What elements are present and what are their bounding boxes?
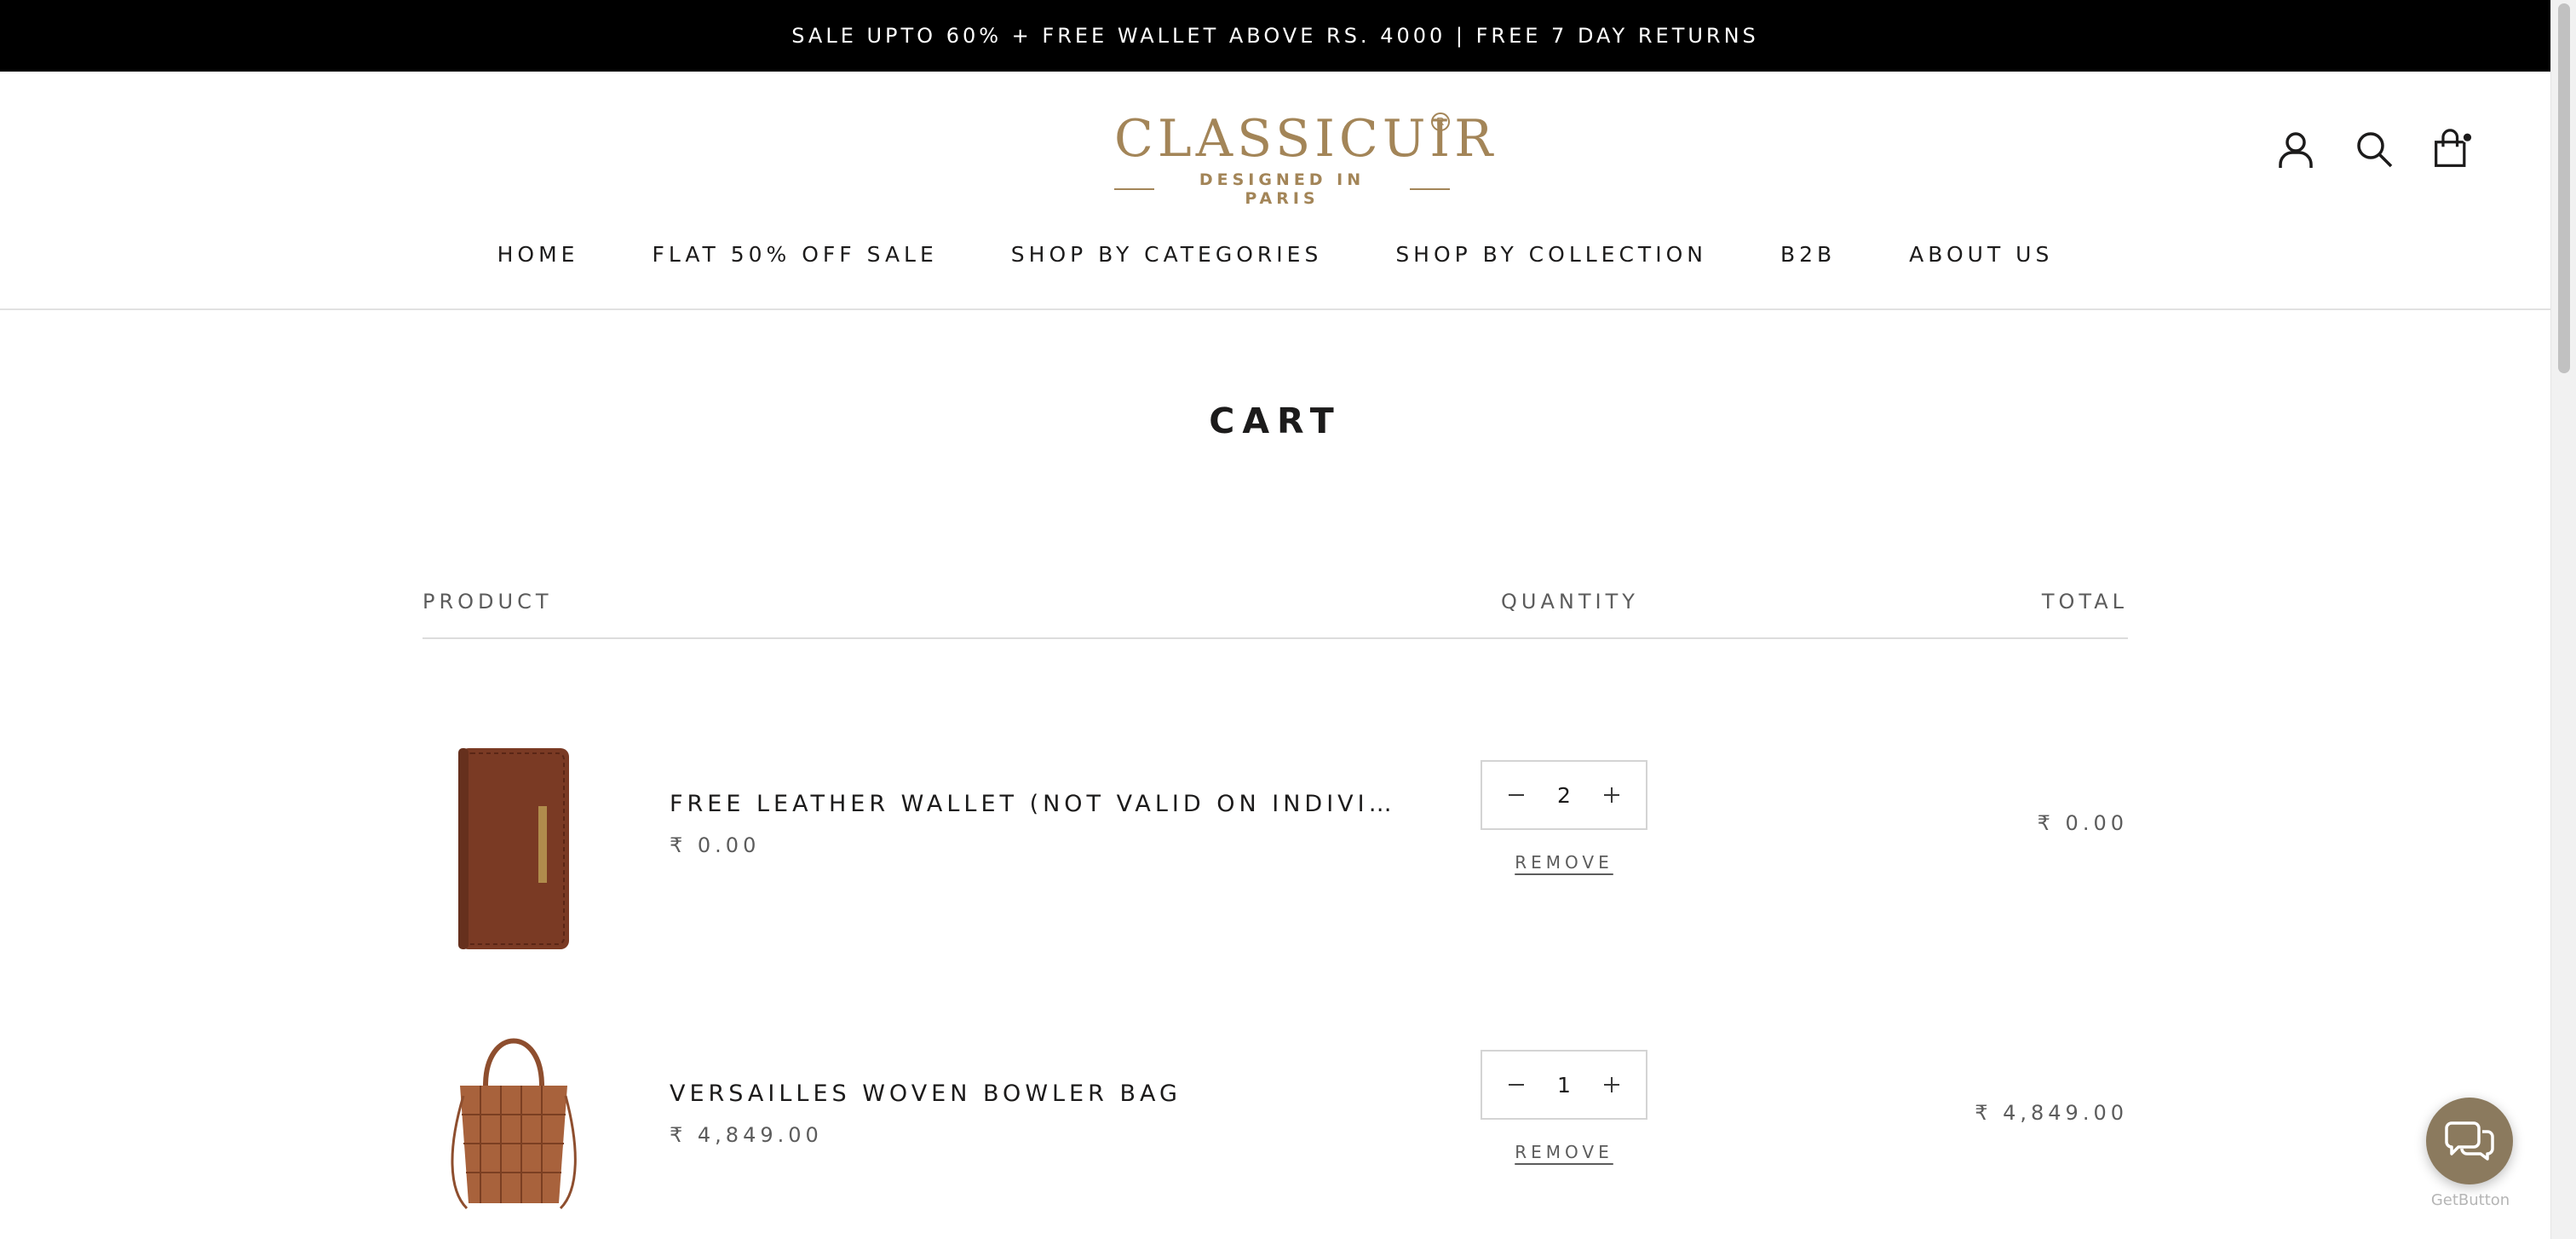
tagline-rule-left bbox=[1114, 188, 1154, 190]
product-image-wallet[interactable] bbox=[441, 729, 586, 951]
column-total: TOTAL bbox=[2041, 590, 2128, 614]
cart-table-header: PRODUCT QUANTITY TOTAL bbox=[423, 590, 2128, 639]
account-icon[interactable] bbox=[2276, 130, 2315, 169]
tagline-rule-right bbox=[1410, 188, 1450, 190]
announcement-text: SALE UPTO 60% + FREE WALLET ABOVE RS. 40… bbox=[791, 24, 1759, 48]
nav-home[interactable]: HOME bbox=[497, 242, 579, 267]
scrollbar-thumb[interactable] bbox=[2558, 3, 2570, 373]
nav-shop-by-collection[interactable]: SHOP BY COLLECTION bbox=[1395, 242, 1707, 267]
increase-quantity-button[interactable] bbox=[1595, 778, 1629, 812]
nav-flat-50-off-sale[interactable]: FLAT 50% OFF SALE bbox=[652, 242, 937, 267]
site-header: CLASSICUIR R DESIGNED IN PARIS HOME FLAT… bbox=[0, 72, 2550, 310]
column-product: PRODUCT bbox=[423, 590, 553, 614]
registered-mark: R bbox=[1431, 112, 1450, 131]
line-total: ₹ 0.00 bbox=[2037, 811, 2128, 835]
product-price: ₹ 0.00 bbox=[670, 833, 761, 857]
getbutton-label: GetButton bbox=[2430, 1191, 2510, 1209]
nav-shop-by-categories[interactable]: SHOP BY CATEGORIES bbox=[1011, 242, 1323, 267]
decrease-quantity-button[interactable] bbox=[1499, 1068, 1533, 1102]
logo-tagline-row: DESIGNED IN PARIS bbox=[1114, 170, 1450, 208]
remove-item-link[interactable]: REMOVE bbox=[1513, 852, 1615, 873]
cart-item: FREE LEATHER WALLET (NOT VALID ON INDIVI… bbox=[423, 729, 2128, 951]
chat-button[interactable] bbox=[2426, 1098, 2513, 1184]
line-total: ₹ 4,849.00 bbox=[1975, 1101, 2128, 1125]
quantity-value[interactable]: 2 bbox=[1547, 783, 1581, 808]
header-icons bbox=[2276, 129, 2472, 169]
product-name[interactable]: FREE LEATHER WALLET (NOT VALID ON INDIVI… bbox=[670, 791, 1396, 817]
logo-tagline: DESIGNED IN PARIS bbox=[1199, 170, 1366, 208]
column-quantity: QUANTITY bbox=[1501, 590, 1639, 614]
brand-logo[interactable]: CLASSICUIR R DESIGNED IN PARIS bbox=[1114, 109, 1498, 208]
product-name[interactable]: VERSAILLES WOVEN BOWLER BAG bbox=[670, 1081, 1182, 1107]
chat-bubble-icon bbox=[2445, 1121, 2494, 1161]
quantity-stepper: 2 bbox=[1481, 760, 1647, 830]
search-icon[interactable] bbox=[2355, 130, 2394, 169]
nav-b2b[interactable]: B2B bbox=[1780, 242, 1836, 267]
product-price: ₹ 4,849.00 bbox=[670, 1123, 823, 1147]
page-title: CART bbox=[1209, 401, 1342, 441]
main-nav: HOME FLAT 50% OFF SALE SHOP BY CATEGORIE… bbox=[0, 242, 2550, 267]
getbutton-credit[interactable]: GetButton bbox=[2411, 1191, 2530, 1209]
decrease-quantity-button[interactable] bbox=[1499, 778, 1533, 812]
quantity-value[interactable]: 1 bbox=[1547, 1073, 1581, 1098]
quantity-stepper: 1 bbox=[1481, 1050, 1647, 1120]
page-scrollbar[interactable] bbox=[2550, 0, 2576, 1239]
remove-item-link[interactable]: REMOVE bbox=[1513, 1142, 1615, 1162]
product-image-bowler-bag[interactable] bbox=[441, 1019, 586, 1239]
cart-bag-icon[interactable] bbox=[2433, 129, 2472, 169]
nav-about-us[interactable]: ABOUT US bbox=[1909, 242, 2053, 267]
cart-item: VERSAILLES WOVEN BOWLER BAG ₹ 4,849.00 1… bbox=[423, 1019, 2128, 1239]
logo-wordmark: CLASSICUIR bbox=[1114, 109, 1498, 169]
increase-quantity-button[interactable] bbox=[1595, 1068, 1629, 1102]
announcement-bar: SALE UPTO 60% + FREE WALLET ABOVE RS. 40… bbox=[0, 0, 2550, 72]
